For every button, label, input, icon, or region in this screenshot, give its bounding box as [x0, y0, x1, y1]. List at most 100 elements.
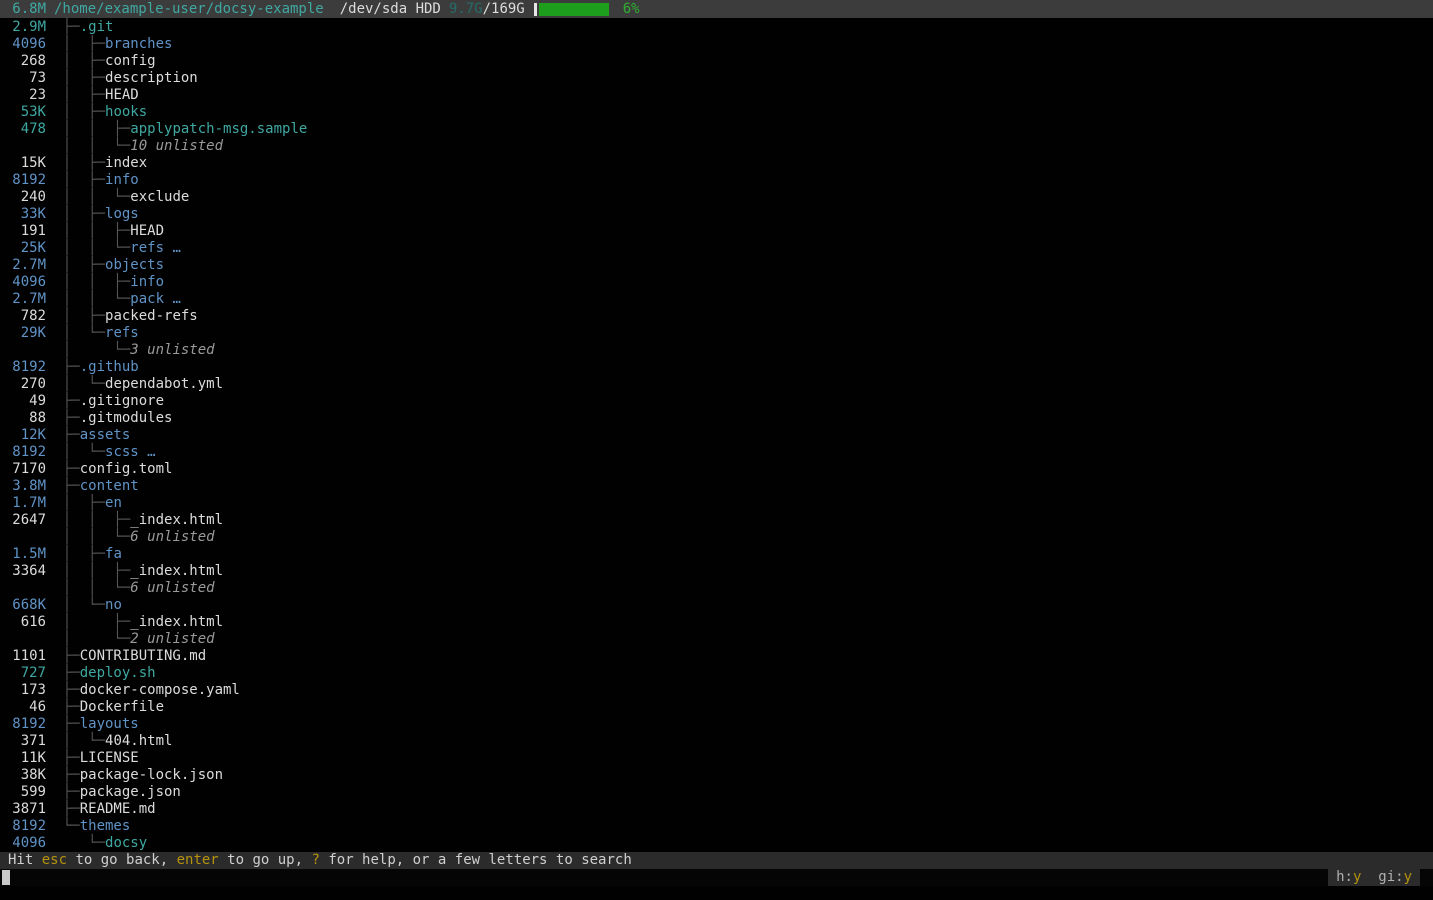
entry-size — [0, 529, 46, 546]
tree-row[interactable]: 29K │ └─refs — [0, 325, 1433, 342]
tree-row[interactable]: 11K ├─LICENSE — [0, 750, 1433, 767]
tree-row[interactable]: 371 │ └─404.html — [0, 733, 1433, 750]
tree-row[interactable]: 727 ├─deploy.sh — [0, 665, 1433, 682]
tree-row[interactable]: 53K │ ├─hooks — [0, 104, 1433, 121]
tree-row[interactable]: │ └─3 unlisted — [0, 342, 1433, 359]
tree-row[interactable]: 4096 └─docsy — [0, 835, 1433, 852]
status-text: for help, or a few letters to search — [320, 852, 632, 869]
tree-branch-lines: │ ├─ — [46, 53, 105, 70]
tree-row[interactable]: 1.5M │ ├─fa — [0, 546, 1433, 563]
tree-branch-lines: └─ — [46, 818, 80, 835]
tree-row[interactable]: │ │ └─6 unlisted — [0, 580, 1433, 597]
tree-branch-lines: ├─ — [46, 784, 80, 801]
entry-name: packed-refs — [105, 308, 198, 325]
tree-branch-lines: │ │ ├─ — [46, 563, 130, 580]
flag-value: y — [1404, 869, 1412, 886]
tree-row[interactable]: 1101 ├─CONTRIBUTING.md — [0, 648, 1433, 665]
tree-row[interactable]: 38K ├─package-lock.json — [0, 767, 1433, 784]
tree-branch-lines: │ └─ — [46, 444, 105, 461]
tree-branch-lines: │ │ └─ — [46, 189, 130, 206]
entry-size: 8192 — [0, 444, 46, 461]
entry-name: .gitignore — [80, 393, 164, 410]
entry-name: exclude — [130, 189, 189, 206]
tree-row[interactable]: 46 ├─Dockerfile — [0, 699, 1433, 716]
tree-row[interactable]: 616 │ ├─_index.html — [0, 614, 1433, 631]
entry-size: 29K — [0, 325, 46, 342]
tree-branch-lines: ├─ — [46, 801, 80, 818]
tree-row[interactable]: 3364 │ │ ├─_index.html — [0, 563, 1433, 580]
entry-name: 404.html — [105, 733, 172, 750]
tree-row[interactable]: 599 ├─package.json — [0, 784, 1433, 801]
tree-row[interactable]: 2.7M │ ├─objects — [0, 257, 1433, 274]
tree-row[interactable]: │ │ └─6 unlisted — [0, 529, 1433, 546]
tree-branch-lines: │ ├─ — [46, 172, 105, 189]
tree-row[interactable]: 2647 │ │ ├─_index.html — [0, 512, 1433, 529]
tree-row[interactable]: 268 │ ├─config — [0, 53, 1433, 70]
search-input[interactable]: h:y gi:y — [0, 869, 1433, 886]
tree-row[interactable]: 4096 │ │ ├─info — [0, 274, 1433, 291]
entry-name: themes — [80, 818, 131, 835]
tree-row[interactable]: 88 ├─.gitmodules — [0, 410, 1433, 427]
tree-row[interactable]: 49 ├─.gitignore — [0, 393, 1433, 410]
disk-used: 9.7G — [449, 1, 483, 18]
entry-name: content — [80, 478, 139, 495]
current-path[interactable]: /home/example-user/docsy-example — [54, 1, 324, 18]
tree-branch-lines: │ ├─ — [46, 308, 105, 325]
tree-row[interactable]: 2.9M ├─.git — [0, 19, 1433, 36]
entry-name: info — [105, 172, 139, 189]
tree-row[interactable]: 8192 │ ├─info — [0, 172, 1433, 189]
entry-name: Dockerfile — [80, 699, 164, 716]
entry-size: 371 — [0, 733, 46, 750]
tree-row[interactable]: 668K │ └─no — [0, 597, 1433, 614]
tree-row[interactable]: 33K │ ├─logs — [0, 206, 1433, 223]
tree-branch-lines: │ │ └─ — [46, 580, 130, 597]
tree-row[interactable]: 8192 ├─layouts — [0, 716, 1433, 733]
tree-row[interactable]: 270 │ └─dependabot.yml — [0, 376, 1433, 393]
tree-row[interactable]: 173 ├─docker-compose.yaml — [0, 682, 1433, 699]
entry-name: docsy — [105, 835, 147, 852]
tree-row[interactable]: 191 │ │ ├─HEAD — [0, 223, 1433, 240]
tree-row[interactable]: │ │ └─10 unlisted — [0, 138, 1433, 155]
entry-size: 46 — [0, 699, 46, 716]
tree-row[interactable]: 23 │ ├─HEAD — [0, 87, 1433, 104]
tree-row[interactable]: 7170 ├─config.toml — [0, 461, 1433, 478]
entry-size: 2647 — [0, 512, 46, 529]
entry-name: HEAD — [130, 223, 164, 240]
tree-row[interactable]: 8192 └─themes — [0, 818, 1433, 835]
tree-row[interactable]: 8192 │ └─scss … — [0, 444, 1433, 461]
entry-size: 23 — [0, 87, 46, 104]
tree-row[interactable]: 782 │ ├─packed-refs — [0, 308, 1433, 325]
tree-row[interactable]: 2.7M │ │ └─pack … — [0, 291, 1433, 308]
tree-branch-lines: │ └─ — [46, 733, 105, 750]
entry-name: refs — [105, 325, 139, 342]
tree-row[interactable]: 15K │ ├─index — [0, 155, 1433, 172]
entry-size: 616 — [0, 614, 46, 631]
entry-name: _index.html — [130, 563, 223, 580]
tree-row[interactable]: 240 │ │ └─exclude — [0, 189, 1433, 206]
tree-branch-lines: │ └─ — [46, 376, 105, 393]
tree-row[interactable]: 25K │ │ └─refs … — [0, 240, 1433, 257]
entry-size: 4096 — [0, 835, 46, 852]
entry-name: .gitmodules — [80, 410, 173, 427]
tree-branch-lines: │ │ ├─ — [46, 512, 130, 529]
entry-name: hooks — [105, 104, 147, 121]
tree-row[interactable]: 1.7M │ ├─en — [0, 495, 1433, 512]
tree-row[interactable]: 8192 ├─.github — [0, 359, 1433, 376]
entry-size — [0, 342, 46, 359]
entry-name: _index.html — [130, 614, 223, 631]
tree-row[interactable]: 3871 ├─README.md — [0, 801, 1433, 818]
tree-branch-lines: ├─ — [46, 750, 80, 767]
tree-branch-lines: │ │ └─ — [46, 138, 130, 155]
entry-size: 38K — [0, 767, 46, 784]
entry-size: 4096 — [0, 274, 46, 291]
tree-row[interactable]: 12K ├─assets — [0, 427, 1433, 444]
tree-row[interactable]: │ └─2 unlisted — [0, 631, 1433, 648]
tree-row[interactable]: 73 │ ├─description — [0, 70, 1433, 87]
entry-size: 727 — [0, 665, 46, 682]
tree-row[interactable]: 478 │ │ ├─applypatch-msg.sample — [0, 121, 1433, 138]
entry-size: 88 — [0, 410, 46, 427]
entry-size: 8192 — [0, 359, 46, 376]
tree-row[interactable]: 4096 │ ├─branches — [0, 36, 1433, 53]
entry-size: 268 — [0, 53, 46, 70]
tree-row[interactable]: 3.8M ├─content — [0, 478, 1433, 495]
